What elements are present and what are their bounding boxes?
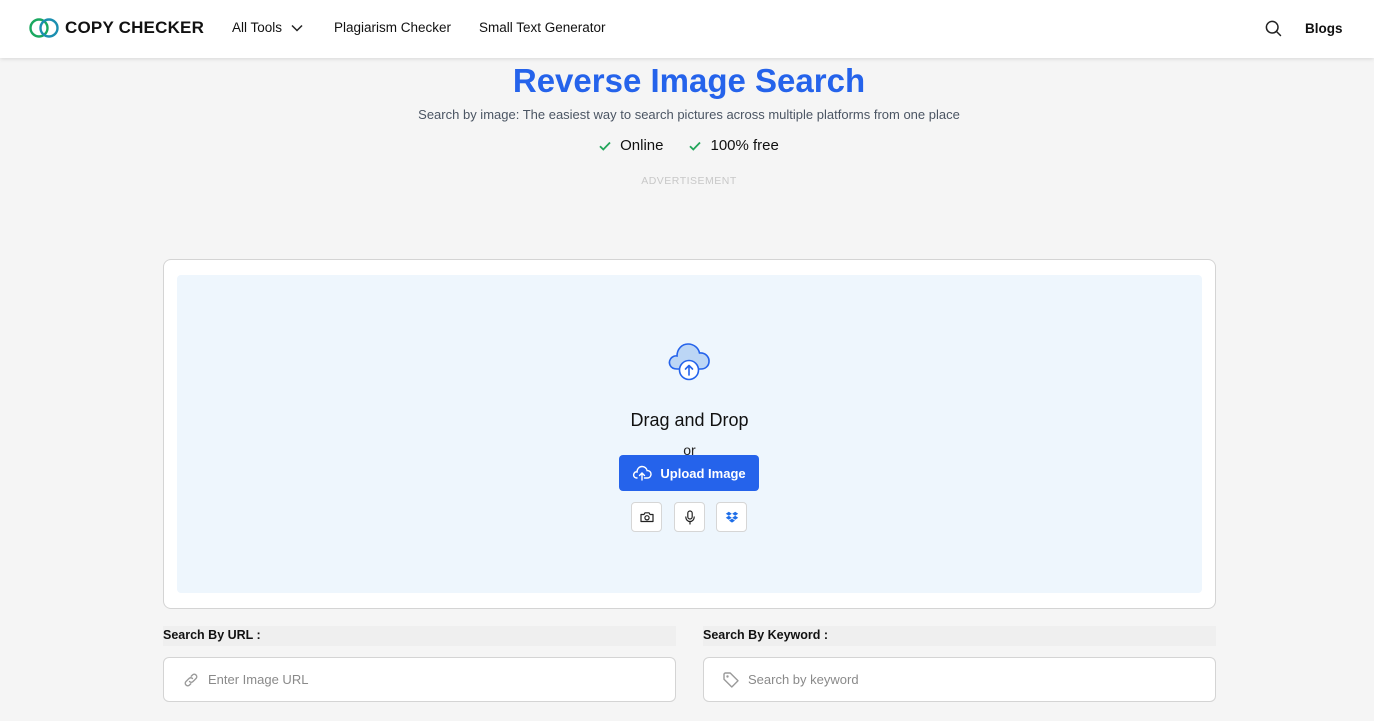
dropbox-icon [725, 511, 738, 523]
camera-button[interactable] [631, 502, 662, 532]
check-icon [689, 141, 702, 151]
search-by-url-label: Search By URL : [163, 626, 676, 646]
feature-label: 100% free [710, 137, 779, 154]
drag-drop-title: Drag and Drop [630, 410, 749, 430]
site-header: COPY CHECKER All Tools Plagiarism Checke… [0, 0, 1374, 58]
upload-image-button[interactable]: Upload Image [619, 455, 759, 491]
logo[interactable]: COPY CHECKER [29, 17, 204, 39]
nav-small-text-generator[interactable]: Small Text Generator [479, 20, 606, 35]
link-icon [184, 673, 198, 686]
nav-all-tools[interactable]: All Tools [232, 20, 303, 35]
nav-blogs[interactable]: Blogs [1305, 21, 1343, 36]
feature-list: Online 100% free [0, 137, 1374, 154]
page-subtitle: Search by image: The easiest way to sear… [418, 107, 960, 122]
microphone-icon [684, 509, 695, 525]
feature-free: 100% free [689, 137, 779, 154]
tag-icon [723, 671, 739, 688]
image-url-field[interactable] [163, 657, 676, 702]
camera-icon [639, 512, 654, 523]
search-icon[interactable] [1265, 20, 1282, 42]
check-icon [599, 141, 611, 151]
keyword-field[interactable] [703, 657, 1216, 702]
microphone-button[interactable] [674, 502, 705, 532]
upload-image-label: Upload Image [660, 465, 746, 481]
nav-all-tools-label: All Tools [232, 20, 283, 35]
image-url-input[interactable] [208, 672, 648, 687]
upload-cloud-icon [633, 465, 653, 481]
feature-online: Online [599, 137, 663, 154]
drop-zone[interactable]: Drag and Drop or Upload Image [177, 275, 1202, 593]
dropbox-button[interactable] [716, 502, 747, 532]
logo-rings-icon [29, 18, 59, 38]
chevron-down-icon [291, 24, 303, 32]
advertisement-label: ADVERTISEMENT [641, 175, 737, 187]
search-by-keyword-label: Search By Keyword : [703, 626, 1216, 646]
cloud-upload-icon [668, 343, 710, 381]
keyword-input[interactable] [748, 672, 1188, 687]
page-title: Reverse Image Search [512, 62, 866, 99]
logo-text: COPY CHECKER [65, 18, 205, 37]
nav-plagiarism-checker[interactable]: Plagiarism Checker [334, 20, 451, 35]
upload-card: Drag and Drop or Upload Image [163, 259, 1216, 609]
feature-label: Online [620, 137, 664, 154]
